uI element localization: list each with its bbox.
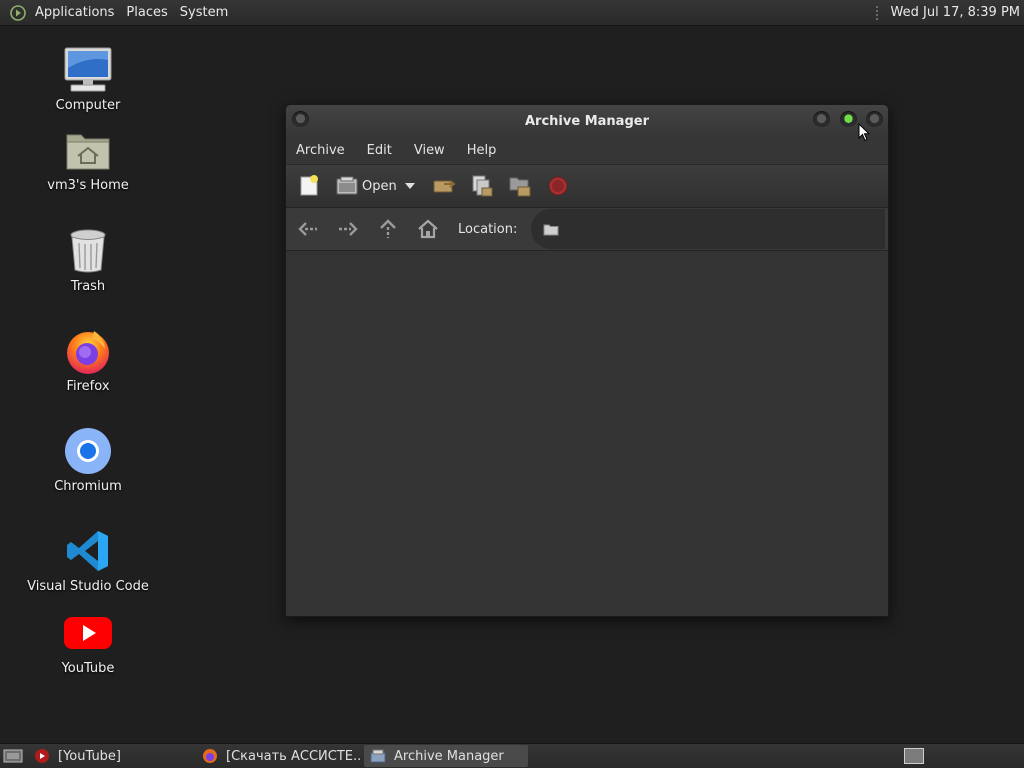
firefox-icon [202,748,218,764]
computer-icon [62,44,114,96]
location-bar: Location: [286,208,888,251]
workspace-switcher[interactable] [904,748,924,764]
menubar: Archive Edit View Help [286,136,888,164]
window-titlebar[interactable]: Archive Manager [286,105,888,136]
desktop-icon-trash[interactable]: Trash [18,225,158,294]
taskbar-item-label: [YouTube] [58,748,122,764]
applications-menu[interactable]: Applications [31,5,122,20]
desktop-icon-label: Visual Studio Code [27,579,149,594]
desktop-icon-youtube[interactable]: YouTube [18,607,158,676]
trash-icon [62,225,114,277]
location-field[interactable] [531,209,885,249]
mate-logo-icon[interactable] [9,4,27,22]
forward-icon[interactable] [328,212,368,246]
desktop-icon-label: YouTube [61,661,115,676]
window-title: Archive Manager [525,113,649,129]
places-menu[interactable]: Places [122,5,175,20]
system-menu[interactable]: System [176,5,236,20]
menu-help[interactable]: Help [456,143,508,158]
stop-icon[interactable] [539,169,577,203]
clock-area: Wed Jul 17, 8:39 PM [875,5,1024,20]
taskbar-item-youtube[interactable]: [YouTube] [28,745,192,767]
desktop-icon-home[interactable]: vm3's Home [18,124,158,193]
desktop-icon-label: vm3's Home [47,178,129,193]
taskbar-item-label: [Скачать АССИСТЕ... [226,748,360,764]
location-label: Location: [458,221,518,237]
home-icon[interactable] [408,212,448,246]
minimize-button[interactable] [813,111,830,128]
top-panel: Applications Places System Wed Jul 17, 8… [0,0,1024,26]
maximize-button[interactable] [840,111,857,128]
desktop-icon-computer[interactable]: Computer [18,44,158,113]
desktop-icon-firefox[interactable]: Firefox [18,325,158,394]
firefox-icon [62,325,114,377]
new-archive-icon[interactable] [290,169,328,203]
panel-separator [875,5,881,20]
add-folder-icon[interactable] [501,169,539,203]
mouse-cursor-icon [858,122,871,146]
window-menu-button[interactable] [292,111,309,128]
up-icon[interactable] [368,212,408,246]
menu-edit[interactable]: Edit [356,143,403,158]
menu-archive[interactable]: Archive [286,143,356,158]
open-dropdown-icon[interactable] [404,183,415,189]
desktop-icon-label: Computer [55,98,121,113]
open-button-label[interactable]: Open [362,179,397,194]
desktop-icon-label: Firefox [66,379,110,394]
desktop-icon-label: Trash [70,279,106,294]
youtube-icon [34,748,50,764]
menu-view[interactable]: View [403,143,456,158]
clock[interactable]: Wed Jul 17, 8:39 PM [891,5,1020,20]
taskbar-item-label: Archive Manager [394,748,504,764]
archive-manager-icon [370,748,386,764]
archive-manager-window: Archive Manager Archive Edit View Help O… [285,104,889,617]
taskbar-item-archive-manager[interactable]: Archive Manager [364,745,528,767]
archive-content-area[interactable] [286,251,888,616]
chromium-icon [62,425,114,477]
open-icon[interactable] [328,169,366,203]
bottom-panel: [YouTube] [Скачать АССИСТЕ... Archive Ma… [0,743,1024,768]
desktop-icon-chromium[interactable]: Chromium [18,425,158,494]
desktop-icon-vscode[interactable]: Visual Studio Code [18,525,158,594]
taskbar-item-firefox[interactable]: [Скачать АССИСТЕ... [196,745,360,767]
home-folder-icon [62,124,114,176]
folder-icon [543,223,559,236]
extract-icon[interactable] [425,169,463,203]
youtube-icon [62,607,114,659]
add-files-icon[interactable] [463,169,501,203]
vscode-icon [62,525,114,577]
show-desktop-icon[interactable] [2,745,24,767]
toolbar: Open [286,164,888,208]
back-icon[interactable] [288,212,328,246]
desktop-icon-label: Chromium [54,479,122,494]
